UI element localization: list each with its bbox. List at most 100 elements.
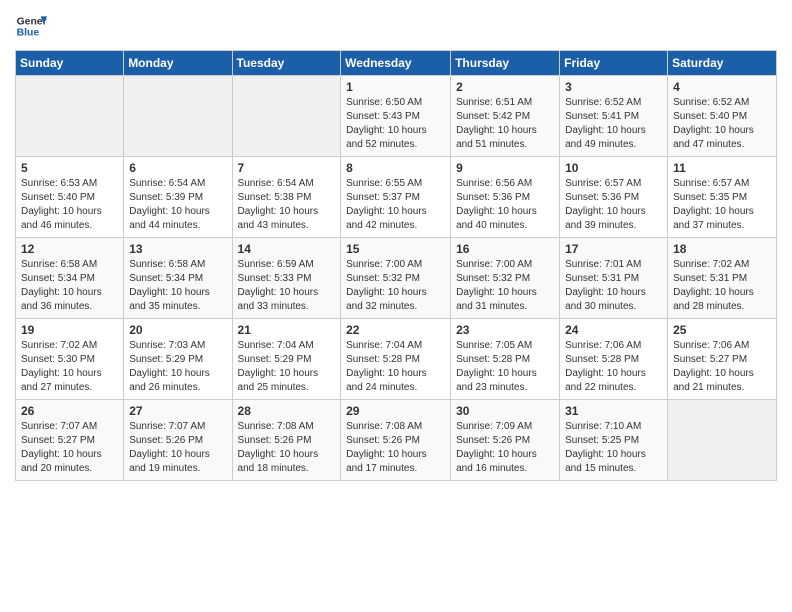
- day-info: Sunrise: 6:53 AM Sunset: 5:40 PM Dayligh…: [21, 177, 118, 233]
- day-number: 22: [346, 323, 445, 337]
- calendar-cell: 26 Sunrise: 7:07 AM Sunset: 5:27 PM Dayli…: [16, 400, 124, 481]
- calendar-cell: 15 Sunrise: 7:00 AM Sunset: 5:32 PM Dayli…: [341, 238, 451, 319]
- week-row-2: 5 Sunrise: 6:53 AM Sunset: 5:40 PM Daylig…: [16, 157, 777, 238]
- calendar-cell: 24Sunrise: 7:06 AM Sunset: 5:28 PM Dayli…: [560, 319, 668, 400]
- logo: General Blue: [15, 10, 51, 42]
- day-number: 27: [129, 404, 226, 418]
- day-number: 3: [565, 80, 662, 94]
- day-info: Sunrise: 6:55 AM Sunset: 5:37 PM Dayligh…: [346, 177, 445, 233]
- calendar-cell: 30 Sunrise: 7:09 AM Sunset: 5:26 PM Dayli…: [451, 400, 560, 481]
- calendar-cell: 8 Sunrise: 6:55 AM Sunset: 5:37 PM Daylig…: [341, 157, 451, 238]
- day-info: Sunrise: 7:09 AM Sunset: 5:26 PM Dayligh…: [456, 420, 554, 476]
- day-number: 26: [21, 404, 118, 418]
- calendar-cell: 3 Sunrise: 6:52 AM Sunset: 5:41 PM Daylig…: [560, 76, 668, 157]
- day-info: Sunrise: 6:57 AM Sunset: 5:35 PM Dayligh…: [673, 177, 771, 233]
- day-info: Sunrise: 7:03 AM Sunset: 5:29 PM Dayligh…: [129, 339, 226, 395]
- day-number: 30: [456, 404, 554, 418]
- day-info: Sunrise: 7:00 AM Sunset: 5:32 PM Dayligh…: [346, 258, 445, 314]
- day-header-sunday: Sunday: [16, 51, 124, 76]
- day-info: Sunrise: 6:58 AM Sunset: 5:34 PM Dayligh…: [129, 258, 226, 314]
- week-row-5: 26 Sunrise: 7:07 AM Sunset: 5:27 PM Dayli…: [16, 400, 777, 481]
- day-number: 25: [673, 323, 771, 337]
- calendar-cell: 28 Sunrise: 7:08 AM Sunset: 5:26 PM Dayli…: [232, 400, 341, 481]
- calendar-cell: 6 Sunrise: 6:54 AM Sunset: 5:39 PM Daylig…: [124, 157, 232, 238]
- header: General Blue: [15, 10, 777, 42]
- day-info: Sunrise: 7:10 AM Sunset: 5:25 PM Dayligh…: [565, 420, 662, 476]
- day-number: 13: [129, 242, 226, 256]
- calendar-cell: 29 Sunrise: 7:08 AM Sunset: 5:26 PM Dayli…: [341, 400, 451, 481]
- calendar-cell: 4 Sunrise: 6:52 AM Sunset: 5:40 PM Daylig…: [668, 76, 777, 157]
- day-info: Sunrise: 6:51 AM Sunset: 5:42 PM Dayligh…: [456, 96, 554, 152]
- calendar-cell: 16Sunrise: 7:00 AM Sunset: 5:32 PM Dayli…: [451, 238, 560, 319]
- calendar-cell: 31 Sunrise: 7:10 AM Sunset: 5:25 PM Dayli…: [560, 400, 668, 481]
- day-info: Sunrise: 7:07 AM Sunset: 5:26 PM Dayligh…: [129, 420, 226, 476]
- day-number: 31: [565, 404, 662, 418]
- calendar-cell: 13 Sunrise: 6:58 AM Sunset: 5:34 PM Dayli…: [124, 238, 232, 319]
- calendar-cell: 25 Sunrise: 7:06 AM Sunset: 5:27 PM Dayli…: [668, 319, 777, 400]
- day-number: 16: [456, 242, 554, 256]
- day-info: Sunrise: 7:06 AM Sunset: 5:27 PM Dayligh…: [673, 339, 771, 395]
- calendar-cell: 23Sunrise: 7:05 AM Sunset: 5:28 PM Dayli…: [451, 319, 560, 400]
- calendar-cell: [16, 76, 124, 157]
- calendar-cell: 1Sunrise: 6:50 AM Sunset: 5:43 PM Daylig…: [341, 76, 451, 157]
- day-number: 7: [238, 161, 336, 175]
- day-header-thursday: Thursday: [451, 51, 560, 76]
- calendar-cell: [668, 400, 777, 481]
- day-number: 15: [346, 242, 445, 256]
- day-number: 8: [346, 161, 445, 175]
- day-number: 14: [238, 242, 336, 256]
- day-number: 11: [673, 161, 771, 175]
- day-number: 10: [565, 161, 662, 175]
- day-number: 5: [21, 161, 118, 175]
- day-number: 28: [238, 404, 336, 418]
- day-number: 4: [673, 80, 771, 94]
- calendar-cell: 18Sunrise: 7:02 AM Sunset: 5:31 PM Dayli…: [668, 238, 777, 319]
- calendar-cell: 17 Sunrise: 7:01 AM Sunset: 5:31 PM Dayli…: [560, 238, 668, 319]
- day-info: Sunrise: 6:59 AM Sunset: 5:33 PM Dayligh…: [238, 258, 336, 314]
- day-header-friday: Friday: [560, 51, 668, 76]
- day-info: Sunrise: 6:52 AM Sunset: 5:40 PM Dayligh…: [673, 96, 771, 152]
- calendar-cell: 22 Sunrise: 7:04 AM Sunset: 5:28 PM Dayli…: [341, 319, 451, 400]
- day-number: 1: [346, 80, 445, 94]
- day-number: 18: [673, 242, 771, 256]
- logo-icon: General Blue: [15, 10, 47, 42]
- week-row-4: 19Sunrise: 7:02 AM Sunset: 5:30 PM Dayli…: [16, 319, 777, 400]
- day-number: 19: [21, 323, 118, 337]
- week-row-1: 1Sunrise: 6:50 AM Sunset: 5:43 PM Daylig…: [16, 76, 777, 157]
- day-info: Sunrise: 7:07 AM Sunset: 5:27 PM Dayligh…: [21, 420, 118, 476]
- day-number: 6: [129, 161, 226, 175]
- day-number: 29: [346, 404, 445, 418]
- day-number: 20: [129, 323, 226, 337]
- calendar-cell: 19Sunrise: 7:02 AM Sunset: 5:30 PM Dayli…: [16, 319, 124, 400]
- calendar-cell: 2 Sunrise: 6:51 AM Sunset: 5:42 PM Daylig…: [451, 76, 560, 157]
- calendar-cell: [232, 76, 341, 157]
- calendar-cell: 7Sunrise: 6:54 AM Sunset: 5:38 PM Daylig…: [232, 157, 341, 238]
- week-row-3: 12 Sunrise: 6:58 AM Sunset: 5:34 PM Dayli…: [16, 238, 777, 319]
- day-info: Sunrise: 7:05 AM Sunset: 5:28 PM Dayligh…: [456, 339, 554, 395]
- day-info: Sunrise: 6:54 AM Sunset: 5:39 PM Dayligh…: [129, 177, 226, 233]
- calendar-cell: 11 Sunrise: 6:57 AM Sunset: 5:35 PM Dayli…: [668, 157, 777, 238]
- calendar-cell: 14 Sunrise: 6:59 AM Sunset: 5:33 PM Dayli…: [232, 238, 341, 319]
- day-header-wednesday: Wednesday: [341, 51, 451, 76]
- day-header-saturday: Saturday: [668, 51, 777, 76]
- calendar-cell: 12Sunrise: 6:58 AM Sunset: 5:34 PM Dayli…: [16, 238, 124, 319]
- day-number: 2: [456, 80, 554, 94]
- calendar-cell: 27 Sunrise: 7:07 AM Sunset: 5:26 PM Dayli…: [124, 400, 232, 481]
- calendar-cell: 21Sunrise: 7:04 AM Sunset: 5:29 PM Dayli…: [232, 319, 341, 400]
- day-info: Sunrise: 7:08 AM Sunset: 5:26 PM Dayligh…: [238, 420, 336, 476]
- calendar-cell: 10 Sunrise: 6:57 AM Sunset: 5:36 PM Dayli…: [560, 157, 668, 238]
- day-number: 24: [565, 323, 662, 337]
- day-number: 17: [565, 242, 662, 256]
- day-number: 9: [456, 161, 554, 175]
- calendar-cell: [124, 76, 232, 157]
- day-info: Sunrise: 7:01 AM Sunset: 5:31 PM Dayligh…: [565, 258, 662, 314]
- calendar-body: 1Sunrise: 6:50 AM Sunset: 5:43 PM Daylig…: [16, 76, 777, 481]
- day-info: Sunrise: 7:04 AM Sunset: 5:28 PM Dayligh…: [346, 339, 445, 395]
- day-number: 12: [21, 242, 118, 256]
- day-info: Sunrise: 7:08 AM Sunset: 5:26 PM Dayligh…: [346, 420, 445, 476]
- calendar-cell: 9 Sunrise: 6:56 AM Sunset: 5:36 PM Daylig…: [451, 157, 560, 238]
- day-info: Sunrise: 6:56 AM Sunset: 5:36 PM Dayligh…: [456, 177, 554, 233]
- day-info: Sunrise: 6:52 AM Sunset: 5:41 PM Dayligh…: [565, 96, 662, 152]
- calendar-table: SundayMondayTuesdayWednesdayThursdayFrid…: [15, 50, 777, 481]
- day-info: Sunrise: 6:57 AM Sunset: 5:36 PM Dayligh…: [565, 177, 662, 233]
